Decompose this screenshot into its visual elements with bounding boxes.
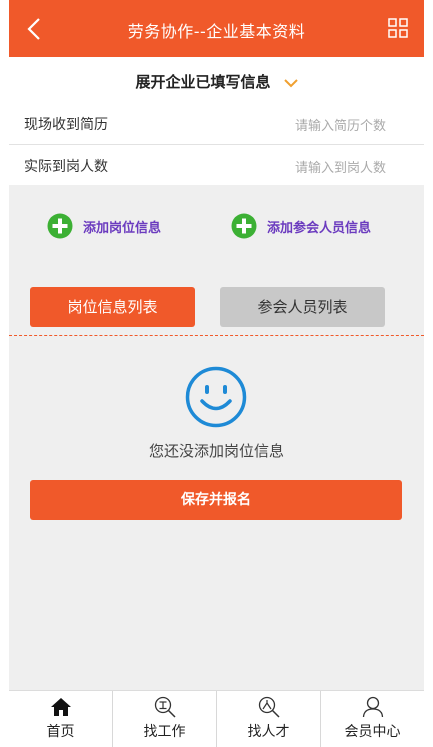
- add-attendee-label: 添加参会人员信息: [267, 220, 372, 236]
- nav-find-talent[interactable]: 找人才: [216, 691, 320, 747]
- resumes-received-label: 现场收到简历: [24, 117, 108, 133]
- save-and-register-button[interactable]: 保存并报名: [30, 480, 402, 520]
- chevron-down-icon: [283, 79, 298, 88]
- plus-circle-icon: [47, 213, 73, 239]
- plus-circle-icon: [231, 213, 257, 239]
- find-talent-icon: [258, 696, 280, 718]
- nav-member-center[interactable]: 会员中心: [320, 691, 424, 747]
- find-job-icon: [154, 696, 176, 718]
- nav-find-job[interactable]: 找工作: [112, 691, 216, 747]
- tab-position-list[interactable]: 岗位信息列表: [30, 287, 195, 327]
- add-attendee-button[interactable]: 添加参会人员信息: [231, 212, 371, 240]
- nav-find-talent-label: 找人才: [247, 724, 290, 740]
- bottom-nav: 首页 找工作 找人才 会员中心: [9, 690, 424, 747]
- resumes-received-field[interactable]: 现场收到简历 请输入简历个数: [9, 103, 424, 145]
- resumes-received-input[interactable]: 请输入简历个数: [295, 115, 386, 134]
- nav-member-center-label: 会员中心: [344, 724, 401, 740]
- nav-home-label: 首页: [46, 724, 75, 740]
- app-frame: 劳务协作--企业基本资料 展开企业已填写信息 现场收到简历 请输入简历个数 实际…: [9, 0, 424, 747]
- empty-state-text: 您还没添加岗位信息: [148, 442, 284, 460]
- home-icon: [50, 698, 71, 716]
- smiley-face-icon: [185, 366, 247, 428]
- top-bar: 劳务协作--企业基本资料: [9, 0, 424, 57]
- tab-attendee-list[interactable]: 参会人员列表: [220, 287, 385, 327]
- nav-home[interactable]: 首页: [9, 691, 112, 747]
- expand-company-info[interactable]: 展开企业已填写信息: [9, 57, 424, 103]
- add-position-button[interactable]: 添加岗位信息: [47, 212, 161, 240]
- nav-find-job-label: 找工作: [143, 724, 186, 740]
- expand-label: 展开企业已填写信息: [135, 73, 271, 91]
- actual-arrivals-label: 实际到岗人数: [24, 159, 108, 175]
- grid-menu-icon[interactable]: [388, 18, 408, 38]
- actual-arrivals-input[interactable]: 请输入到岗人数: [295, 157, 386, 176]
- add-position-label: 添加岗位信息: [83, 220, 162, 236]
- actual-arrivals-field[interactable]: 实际到岗人数 请输入到岗人数: [9, 145, 424, 185]
- page-title: 劳务协作--企业基本资料: [127, 22, 306, 41]
- user-icon: [362, 696, 383, 718]
- dashed-divider: [9, 335, 424, 336]
